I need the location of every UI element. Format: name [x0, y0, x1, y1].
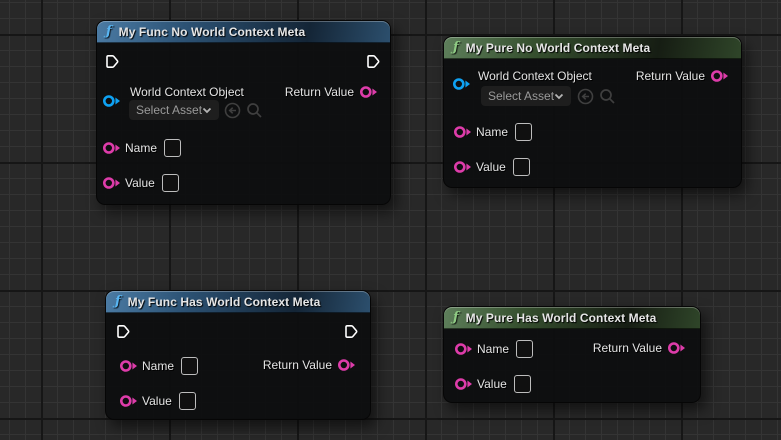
pin-label-return-value: Return Value	[636, 69, 705, 83]
value-input[interactable]	[162, 174, 179, 192]
pin-label-value: Value	[477, 377, 507, 391]
name-input[interactable]	[181, 357, 198, 375]
node-header[interactable]: ƒ My Func Has World Context Meta	[106, 291, 370, 313]
use-selected-asset-icon[interactable]	[224, 102, 241, 119]
pin-label-return-value: Return Value	[263, 358, 332, 372]
name-input[interactable]	[516, 340, 533, 358]
exec-in-pin[interactable]	[105, 54, 119, 69]
use-selected-asset-icon[interactable]	[577, 88, 594, 105]
world-context-object-pin[interactable]	[452, 77, 471, 91]
function-icon: ƒ	[453, 311, 459, 324]
pin-label-name: Name	[476, 125, 508, 139]
world-context-object-pin[interactable]	[102, 94, 121, 108]
exec-out-pin[interactable]	[366, 54, 380, 69]
value-pin[interactable]	[102, 176, 121, 190]
pin-label-value: Value	[142, 394, 172, 408]
name-pin[interactable]	[119, 359, 138, 373]
name-input[interactable]	[164, 139, 181, 157]
return-value-pin[interactable]	[667, 341, 686, 355]
node-my-pure-has-world-context-meta[interactable]: ƒ My Pure Has World Context Meta Name Re…	[443, 306, 701, 403]
pin-label-world-context-object: World Context Object	[478, 69, 592, 83]
return-value-pin[interactable]	[337, 358, 356, 372]
node-title: My Func Has World Context Meta	[128, 295, 321, 309]
name-pin[interactable]	[454, 342, 473, 356]
return-value-pin[interactable]	[359, 85, 378, 99]
node-title: My Pure No World Context Meta	[466, 41, 651, 55]
function-icon: ƒ	[115, 295, 121, 308]
pin-label-value: Value	[476, 160, 506, 174]
node-my-pure-no-world-context-meta[interactable]: ƒ My Pure No World Context Meta World Co…	[443, 36, 742, 188]
value-input[interactable]	[179, 392, 196, 410]
node-my-func-no-world-context-meta[interactable]: ƒ My Func No World Context Meta World Co…	[96, 20, 391, 205]
exec-out-pin[interactable]	[344, 324, 358, 339]
pin-label-world-context-object: World Context Object	[130, 85, 244, 99]
node-header[interactable]: ƒ My Pure No World Context Meta	[444, 37, 741, 59]
value-input[interactable]	[513, 158, 530, 176]
browse-asset-icon[interactable]	[246, 102, 263, 119]
value-pin[interactable]	[454, 377, 473, 391]
select-asset-label: Select Asset	[136, 103, 202, 117]
node-title: My Pure Has World Context Meta	[466, 311, 657, 325]
function-icon: ƒ	[453, 41, 459, 54]
select-asset-dropdown[interactable]: Select Asset	[129, 100, 219, 120]
node-header[interactable]: ƒ My Pure Has World Context Meta	[444, 307, 700, 329]
node-title: My Func No World Context Meta	[119, 25, 306, 39]
pin-label-name: Name	[477, 342, 509, 356]
select-asset-label: Select Asset	[488, 89, 554, 103]
name-input[interactable]	[515, 123, 532, 141]
node-my-func-has-world-context-meta[interactable]: ƒ My Func Has World Context Meta Name Re…	[105, 290, 371, 420]
pin-label-return-value: Return Value	[285, 85, 354, 99]
return-value-pin[interactable]	[710, 69, 729, 83]
browse-asset-icon[interactable]	[599, 88, 616, 105]
select-asset-dropdown[interactable]: Select Asset	[481, 86, 571, 106]
value-input[interactable]	[514, 375, 531, 393]
pin-label-name: Name	[125, 141, 157, 155]
exec-in-pin[interactable]	[116, 324, 130, 339]
chevron-down-icon	[202, 107, 212, 114]
blueprint-graph[interactable]: ƒ My Func No World Context Meta World Co…	[0, 0, 781, 440]
pin-label-return-value: Return Value	[593, 341, 662, 355]
node-header[interactable]: ƒ My Func No World Context Meta	[97, 21, 390, 43]
name-pin[interactable]	[102, 141, 121, 155]
pin-label-name: Name	[142, 359, 174, 373]
pin-label-value: Value	[125, 176, 155, 190]
chevron-down-icon	[554, 93, 564, 100]
function-icon: ƒ	[106, 25, 112, 38]
value-pin[interactable]	[453, 160, 472, 174]
name-pin[interactable]	[453, 125, 472, 139]
value-pin[interactable]	[119, 394, 138, 408]
